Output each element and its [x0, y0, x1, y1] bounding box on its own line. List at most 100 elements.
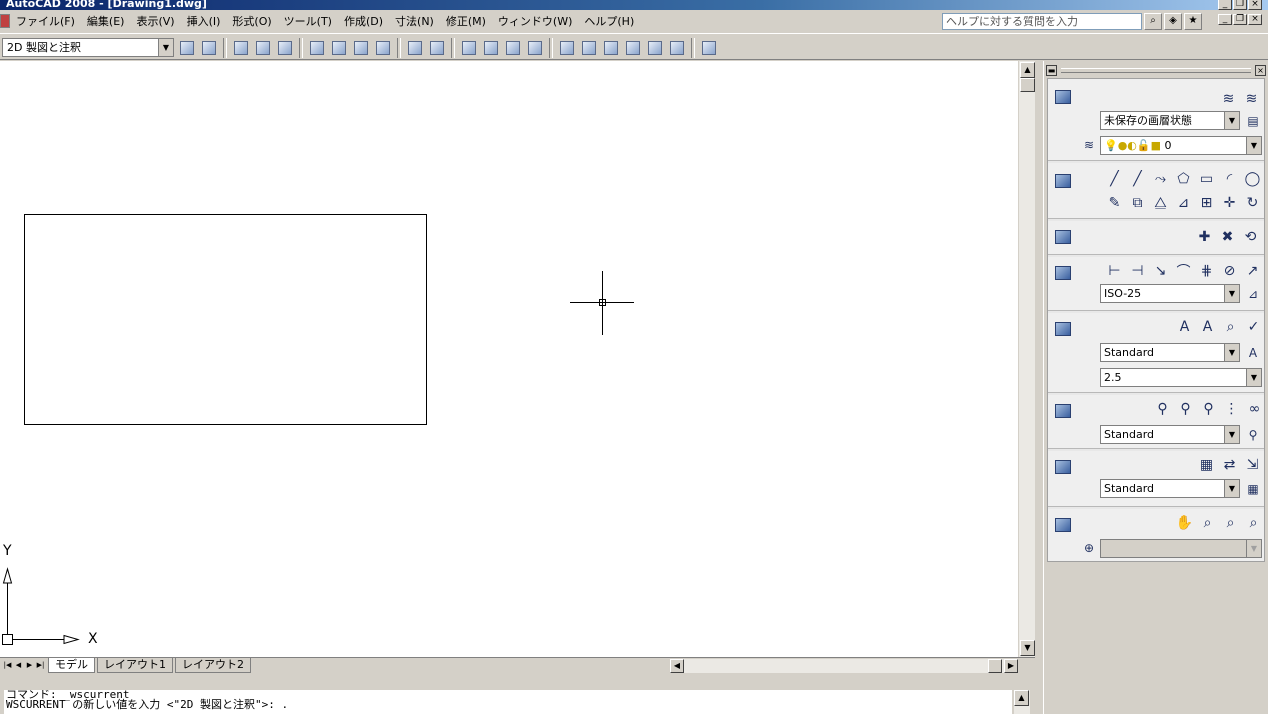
multiline-text-icon[interactable]: A — [1174, 317, 1195, 336]
dim-style-manager-icon[interactable]: ⊿ — [1244, 285, 1262, 303]
design-center-icon[interactable] — [578, 38, 600, 58]
text-height-select[interactable]: 2.5 ▼ — [1100, 368, 1262, 387]
info-center-icon[interactable]: ◈ — [1164, 13, 1182, 30]
undo-dropdown-icon[interactable] — [480, 38, 502, 58]
doc-minimize-button[interactable]: _ — [1218, 14, 1232, 25]
chevron-down-icon[interactable]: ▼ — [1246, 540, 1261, 557]
layer-state-manager-icon[interactable]: ▤ — [1244, 112, 1262, 130]
rotate-icon[interactable]: ↻ — [1242, 193, 1263, 212]
sync-scale-icon[interactable]: ⟲ — [1240, 227, 1261, 246]
offset-icon[interactable]: ⊿ — [1173, 193, 1194, 212]
polygon-icon[interactable]: ⬠ — [1173, 169, 1194, 188]
chevron-down-icon[interactable]: ▼ — [158, 39, 173, 56]
menu-view[interactable]: 表示(V) — [130, 13, 180, 29]
menu-file[interactable]: ファイル(F) — [10, 13, 81, 29]
layers-icon[interactable] — [1052, 87, 1074, 107]
palette-menu-icon[interactable]: ▬ — [1046, 64, 1057, 76]
multileader-icon[interactable] — [1052, 401, 1074, 421]
move-icon[interactable]: ✛ — [1219, 193, 1240, 212]
layer-state-select[interactable]: 未保存の画層状態 ▼ — [1100, 111, 1240, 130]
menu-insert[interactable]: 挿入(I) — [181, 13, 227, 29]
next-tab-icon[interactable]: ▶ — [24, 659, 35, 672]
last-tab-icon[interactable]: ▶| — [35, 659, 46, 672]
document-icon[interactable] — [0, 14, 10, 28]
text-style-select[interactable]: Standard ▼ — [1100, 343, 1240, 362]
save-icon[interactable] — [274, 38, 296, 58]
first-tab-icon[interactable]: |◀ — [2, 659, 13, 672]
erase-icon[interactable]: ✎ — [1104, 193, 1125, 212]
quick-dimension-icon[interactable]: ↗ — [1242, 261, 1263, 280]
redo-dropdown-icon[interactable] — [524, 38, 546, 58]
redo-icon[interactable] — [502, 38, 524, 58]
menu-modify[interactable]: 修正(M) — [440, 13, 492, 29]
data-link-icon[interactable]: ⇄ — [1219, 455, 1240, 474]
spell-check-icon[interactable]: ✓ — [1243, 317, 1264, 336]
rectangle-icon[interactable]: ▭ — [1196, 169, 1217, 188]
menu-tools[interactable]: ツール(T) — [278, 13, 338, 29]
command-history[interactable]: コマンド: _wscurrent WSCURRENT の新しい値を入力 <"2D… — [4, 690, 1012, 714]
chevron-down-icon[interactable]: ▼ — [1224, 112, 1239, 129]
arc-icon[interactable]: ◜ — [1219, 169, 1240, 188]
layer-previous-icon[interactable]: ≋ — [1241, 89, 1262, 108]
workspace-settings-icon[interactable] — [176, 38, 198, 58]
star-icon[interactable]: ★ — [1184, 13, 1202, 30]
multileader-create-icon[interactable]: ⚲ — [1152, 399, 1173, 418]
polyline-icon[interactable]: ⤳ — [1150, 169, 1171, 188]
aligned-dimension-icon[interactable]: ⊣ — [1127, 261, 1148, 280]
vertical-scrollbar[interactable]: ▲ ▼ — [1018, 61, 1035, 657]
zoom-previous-icon[interactable]: ⌕ — [1243, 513, 1264, 532]
table-style-manager-icon[interactable]: ▦ — [1244, 480, 1262, 498]
dimension-icon[interactable] — [1052, 263, 1074, 283]
chevron-down-icon[interactable]: ▼ — [1224, 480, 1239, 497]
table-icon[interactable] — [1052, 457, 1074, 477]
navigation-icon[interactable] — [1052, 515, 1074, 535]
print-icon[interactable] — [306, 38, 328, 58]
restore-button[interactable]: ❐ — [1233, 0, 1247, 10]
view-select[interactable]: ▼ — [1100, 539, 1262, 558]
workspace-select[interactable]: 2D 製図と注釈 ▼ — [2, 38, 174, 57]
prev-tab-icon[interactable]: ◀ — [13, 659, 24, 672]
palette-close-icon[interactable]: × — [1255, 64, 1266, 76]
scroll-thumb-horizontal[interactable] — [988, 659, 1002, 673]
undo-icon[interactable] — [458, 38, 480, 58]
add-scale-icon[interactable]: ✚ — [1194, 227, 1215, 246]
sheet-set-icon[interactable] — [622, 38, 644, 58]
menu-format[interactable]: 形式(O) — [226, 13, 277, 29]
circle-icon[interactable]: ◯ — [1242, 169, 1263, 188]
arc-length-icon[interactable]: ⌒ — [1173, 261, 1194, 280]
cut-icon[interactable] — [404, 38, 426, 58]
workspace-save-icon[interactable] — [198, 38, 220, 58]
copy-icon[interactable]: ⧉ — [1127, 193, 1148, 212]
command-scrollbar[interactable]: ▲ — [1014, 690, 1030, 714]
dashboard-header[interactable]: ▬ × — [1046, 64, 1266, 76]
menu-dimension[interactable]: 寸法(N) — [389, 13, 440, 29]
print-preview-icon[interactable] — [328, 38, 350, 58]
remove-scale-icon[interactable]: ✖ — [1217, 227, 1238, 246]
tab-model[interactable]: モデル — [48, 658, 95, 673]
scroll-up-icon[interactable]: ▲ — [1020, 62, 1035, 78]
menu-edit[interactable]: 編集(E) — [81, 13, 131, 29]
draw-icon[interactable] — [1052, 171, 1074, 191]
help-search-input[interactable]: ヘルプに対する質問を入力 — [942, 13, 1142, 30]
scroll-down-icon[interactable]: ▼ — [1020, 640, 1035, 656]
tool-palettes-icon[interactable] — [600, 38, 622, 58]
line-icon[interactable]: ╱ — [1104, 169, 1125, 188]
publish-icon[interactable] — [350, 38, 372, 58]
dim-style-select[interactable]: ISO-25 ▼ — [1100, 284, 1240, 303]
mirror-icon[interactable]: ⧋ — [1150, 193, 1171, 212]
help-icon[interactable] — [698, 38, 720, 58]
text-icon[interactable] — [1052, 319, 1074, 339]
radius-dimension-icon[interactable]: ⊘ — [1219, 261, 1240, 280]
extract-data-icon[interactable]: ⇲ — [1242, 455, 1263, 474]
chevron-down-icon[interactable]: ▼ — [1224, 285, 1239, 302]
find-text-icon[interactable]: ⌕ — [1220, 317, 1241, 336]
scroll-left-icon[interactable]: ◀ — [670, 659, 684, 673]
continue-dimension-icon[interactable]: ↘ — [1150, 261, 1171, 280]
drawing-area[interactable]: Y X — [0, 61, 1018, 657]
layer-properties-icon[interactable]: ≋ — [1218, 89, 1239, 108]
insert-table-icon[interactable]: ▦ — [1196, 455, 1217, 474]
open-file-icon[interactable] — [252, 38, 274, 58]
properties-icon[interactable] — [556, 38, 578, 58]
calculator-icon[interactable] — [666, 38, 688, 58]
align-leaders-icon[interactable]: ⋮ — [1221, 399, 1242, 418]
